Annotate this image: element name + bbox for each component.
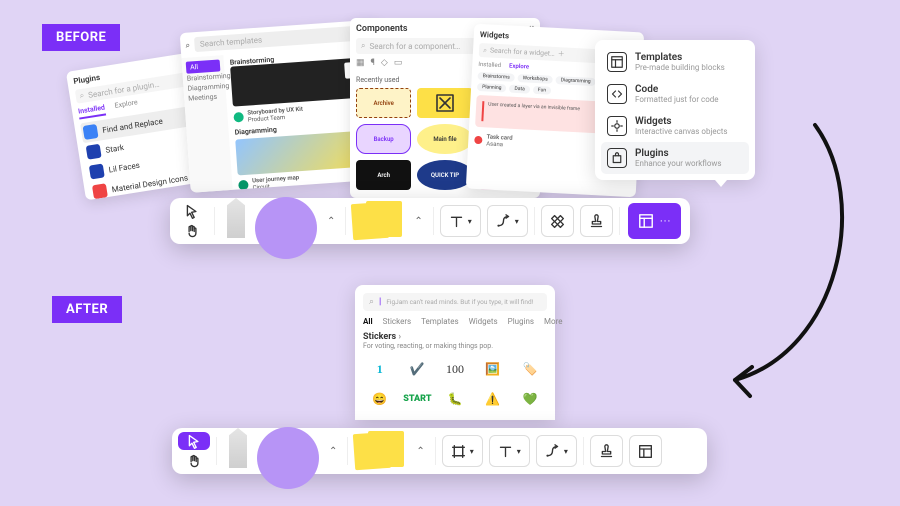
more-tools-button[interactable] xyxy=(629,435,662,467)
component-chip[interactable]: Main file xyxy=(417,124,472,154)
code-icon xyxy=(607,84,627,104)
tab-all[interactable]: All xyxy=(363,317,373,326)
widgets-icon xyxy=(607,116,627,136)
connector-tool[interactable]: ▾ xyxy=(536,435,577,467)
menu-item-sub: Interactive canvas objects xyxy=(635,127,728,136)
search-icon: ⌕ xyxy=(369,297,374,307)
filter-chip[interactable]: Workshops xyxy=(518,74,553,84)
after-badge: AFTER xyxy=(52,296,122,323)
after-panel: ⌕ | FigJam can't read minds. But if you … xyxy=(355,285,555,420)
plugin-label: Stark xyxy=(105,143,125,155)
search-placeholder: FigJam can't read minds. But if you type… xyxy=(386,298,533,306)
components-title: Components xyxy=(356,24,408,34)
tab-explore[interactable]: Explore xyxy=(509,63,529,71)
menu-item-sub: Formatted just for code xyxy=(635,95,719,104)
category-item[interactable]: Meetings xyxy=(188,91,223,103)
marker-tool[interactable] xyxy=(257,427,319,489)
ellipsis-icon: ··· xyxy=(660,215,672,228)
toolbar-before: ⌃ ⌃ ▾ ▾ ··· xyxy=(170,198,690,244)
more-tools-button[interactable]: ··· xyxy=(628,203,682,239)
tab-installed[interactable]: Installed xyxy=(78,103,107,119)
sticker[interactable]: START xyxy=(401,386,435,412)
before-badge: BEFORE xyxy=(42,24,120,51)
pencil-tool[interactable] xyxy=(221,198,251,238)
search-icon: ⌕ xyxy=(483,46,487,55)
stamp-tool[interactable] xyxy=(580,205,613,237)
chevron-up-icon[interactable]: ⌃ xyxy=(410,216,426,227)
section-title: Stickers xyxy=(363,332,396,342)
pencil-tool[interactable] xyxy=(223,428,253,468)
component-chip[interactable]: Arch xyxy=(356,160,411,190)
sticker[interactable]: 🖼️ xyxy=(476,356,510,382)
search-icon: ⌕ xyxy=(185,40,190,50)
stamp-tool[interactable] xyxy=(590,435,623,467)
menu-item-sub: Enhance your workflows xyxy=(635,159,722,168)
sticker[interactable]: 1 xyxy=(363,356,397,382)
plugins-icon xyxy=(607,148,627,168)
sticker[interactable]: 100 xyxy=(438,356,472,382)
asana-icon xyxy=(474,136,482,144)
connector-tool[interactable]: ▾ xyxy=(487,205,528,237)
arrow-illustration xyxy=(720,120,860,420)
widgets-search-placeholder: Search for a widget… xyxy=(490,47,555,58)
tab-stickers[interactable]: Stickers xyxy=(383,317,412,326)
hand-tool[interactable] xyxy=(178,452,210,470)
menu-item-code[interactable]: CodeFormatted just for code xyxy=(601,78,749,110)
tab-installed[interactable]: Installed xyxy=(478,61,501,69)
plugin-label: Lil Faces xyxy=(108,160,140,174)
sticker[interactable]: ✔️ xyxy=(401,356,435,382)
tab-plugins[interactable]: Plugins xyxy=(508,317,534,326)
menu-item-title: Widgets xyxy=(635,116,728,127)
tab-widgets[interactable]: Widgets xyxy=(469,317,498,326)
sticker[interactable]: 🏷️ xyxy=(513,356,547,382)
component-chip[interactable]: QUICK TIP xyxy=(417,160,472,190)
search-icon: ⌕ xyxy=(361,41,365,51)
components-tool[interactable] xyxy=(541,205,574,237)
chevron-up-icon[interactable]: ⌃ xyxy=(412,446,428,457)
widgets-title: Widgets xyxy=(480,30,510,41)
component-chip[interactable]: Backup xyxy=(356,124,411,154)
filter-chip[interactable]: Planning xyxy=(477,83,507,93)
components-search-placeholder: Search for a component… xyxy=(369,42,460,51)
menu-item-title: Code xyxy=(635,84,719,95)
widget-sub: Asana xyxy=(486,140,512,148)
section-sub: For voting, reacting, or making things p… xyxy=(363,342,547,350)
sticker[interactable]: ⚠️ xyxy=(476,386,510,412)
tab-templates[interactable]: Templates xyxy=(421,317,458,326)
select-tool[interactable] xyxy=(176,202,208,220)
sticker[interactable]: 🐛 xyxy=(438,386,472,412)
sticker[interactable]: 😄 xyxy=(363,386,397,412)
component-chip[interactable]: Archive xyxy=(356,88,411,118)
sticky-notes-tool[interactable] xyxy=(352,201,404,241)
hand-tool[interactable] xyxy=(176,222,208,240)
search-icon: ⌕ xyxy=(79,91,85,102)
text-tool[interactable]: ▾ xyxy=(440,205,481,237)
sticky-notes-tool[interactable] xyxy=(354,431,406,471)
section-tool[interactable]: ▾ xyxy=(442,435,483,467)
chevron-up-icon[interactable]: ⌃ xyxy=(325,446,341,457)
filter-chip[interactable]: Fun xyxy=(533,86,552,95)
menu-item-sub: Pre-made building blocks xyxy=(635,63,725,72)
marker-tool[interactable] xyxy=(255,197,317,259)
filter-chip[interactable]: Diagramming xyxy=(555,76,595,86)
templates-icon xyxy=(607,52,627,72)
filter-chip[interactable]: Brainstorms xyxy=(477,72,514,82)
tab-more[interactable]: More xyxy=(544,317,562,326)
toolbar-after: ⌃ ⌃ ▾ ▾ ▾ xyxy=(172,428,707,474)
sticker[interactable]: 💚 xyxy=(513,386,547,412)
menu-item-title: Templates xyxy=(635,52,725,63)
chevron-up-icon[interactable]: ⌃ xyxy=(323,216,339,227)
component-chip[interactable] xyxy=(417,88,472,118)
menu-item-title: Plugins xyxy=(635,148,722,159)
widget-card-text: User created a layer via an invisible fr… xyxy=(488,102,580,113)
unified-search[interactable]: ⌕ | FigJam can't read minds. But if you … xyxy=(363,293,547,311)
text-tool[interactable]: ▾ xyxy=(489,435,530,467)
filter-chip[interactable]: Data xyxy=(509,85,530,94)
menu-item-templates[interactable]: TemplatesPre-made building blocks xyxy=(601,46,749,78)
tab-explore[interactable]: Explore xyxy=(114,98,139,113)
select-tool[interactable] xyxy=(178,432,210,450)
